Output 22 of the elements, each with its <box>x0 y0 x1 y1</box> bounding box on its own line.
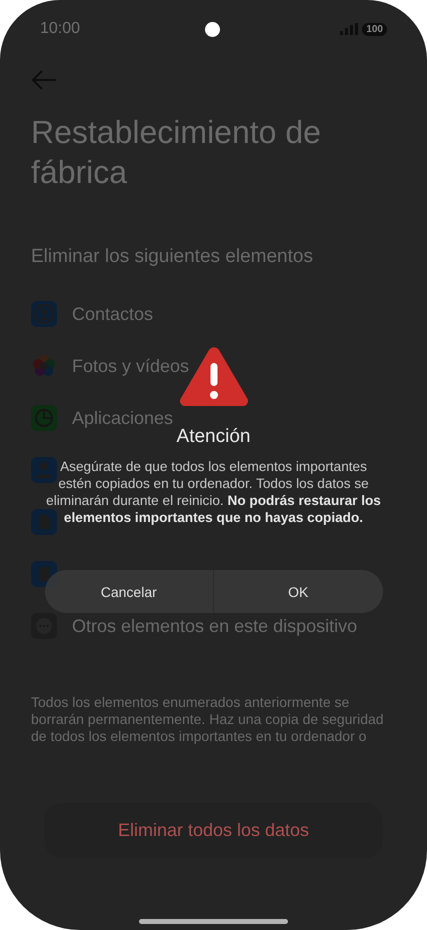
person-icon <box>31 457 57 483</box>
page-title: Restablecimiento de fábrica <box>31 113 322 192</box>
home-indicator[interactable] <box>139 919 288 924</box>
status-time: 10:00 <box>40 20 80 38</box>
signal-icon <box>340 23 358 35</box>
document-icon <box>31 509 57 535</box>
item-label: Fotos y vídeos <box>72 356 190 376</box>
more-icon <box>31 613 57 639</box>
warning-note: Todos los elementos enumerados anteriormente se borrarán permanentemente. Haz una copia de seguridad de todos los elementos importantes en tu ordenador o <box>31 694 385 745</box>
ok-button[interactable]: OK <box>213 570 382 613</box>
section-heading: Eliminar los siguientes elementos <box>31 246 314 268</box>
pie-chart-icon <box>31 405 57 431</box>
dialog-title: Atención <box>176 426 250 448</box>
contact-icon <box>31 301 57 327</box>
cancel-button[interactable]: Cancelar <box>44 570 213 613</box>
item-label: Contactos <box>72 304 154 324</box>
dialog-message: Asegúrate de que todos los elementos importantes estén copiados en tu ordenador. Todos los datos se eliminarán durante el reinicio. No podrás restaurar los elementos importantes que no hayas copiado. <box>45 458 382 526</box>
back-arrow-icon[interactable] <box>31 70 57 90</box>
photos-icon <box>31 353 57 379</box>
item-label: Otros elementos en este dispositivo <box>72 616 358 636</box>
item-label: Aplicaciones <box>72 408 174 428</box>
battery-indicator: 100 <box>362 22 387 36</box>
